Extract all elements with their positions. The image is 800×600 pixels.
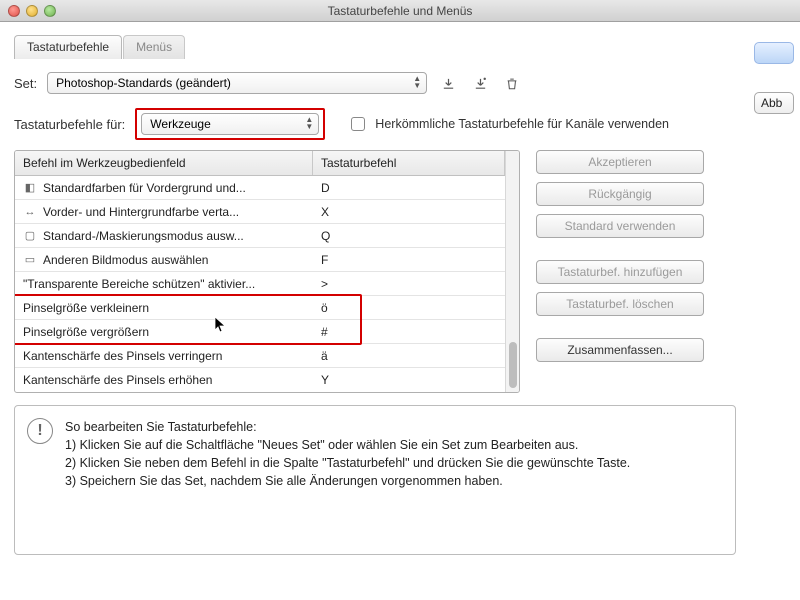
accept-button[interactable]: Akzeptieren: [536, 150, 704, 174]
table-row[interactable]: Pinselgröße verkleinernö: [15, 296, 505, 320]
window-titlebar: Tastaturbefehle und Menüs: [0, 0, 800, 22]
set-select[interactable]: Photoshop-Standards (geändert): [47, 72, 427, 94]
table-row[interactable]: Kantenschärfe des Pinsels verringernä: [15, 344, 505, 368]
swap-icon: ↔: [23, 205, 37, 219]
close-window-button[interactable]: [8, 5, 20, 17]
help-step-2: 2) Klicken Sie neben dem Befehl in die S…: [65, 454, 630, 472]
shortcuts-for-label: Tastaturbefehle für:: [14, 117, 125, 132]
mask-icon: ▢: [23, 229, 37, 243]
help-step-3: 3) Speichern Sie das Set, nachdem Sie al…: [65, 472, 630, 490]
use-default-button[interactable]: Standard verwenden: [536, 214, 704, 238]
set-label: Set:: [14, 76, 37, 91]
table-row[interactable]: Pinselgröße vergrößern#: [15, 320, 505, 344]
summarize-button[interactable]: Zusammenfassen...: [536, 338, 704, 362]
delete-set-icon[interactable]: [501, 73, 523, 93]
info-icon: !: [27, 418, 53, 444]
table-header-shortcut[interactable]: Tastaturbefehl: [313, 151, 505, 175]
shortcuts-for-select[interactable]: Werkzeuge: [141, 113, 319, 135]
screen-mode-icon: ▭: [23, 253, 37, 267]
table-header-command[interactable]: Befehl im Werkzeugbedienfeld: [15, 151, 313, 175]
tab-keyboard-shortcuts[interactable]: Tastaturbefehle: [14, 35, 122, 59]
table-row[interactable]: ◧Standardfarben für Vordergrund und...D: [15, 176, 505, 200]
ok-button[interactable]: [754, 42, 794, 64]
swatch-icon: ◧: [23, 181, 37, 195]
table-row[interactable]: ▢Standard-/Maskierungsmodus ausw...Q: [15, 224, 505, 248]
legacy-channel-shortcuts-label: Herkömmliche Tastaturbefehle für Kanäle …: [375, 117, 669, 131]
table-scrollbar[interactable]: [505, 151, 519, 392]
table-row[interactable]: ↔Vorder- und Hintergrundfarbe verta...X: [15, 200, 505, 224]
legacy-channel-shortcuts-checkbox[interactable]: [351, 117, 365, 131]
help-panel: ! So bearbeiten Sie Tastaturbefehle: 1) …: [14, 405, 736, 555]
add-shortcut-button[interactable]: Tastaturbef. hinzufügen: [536, 260, 704, 284]
window-title: Tastaturbefehle und Menüs: [0, 4, 800, 18]
undo-button[interactable]: Rückgängig: [536, 182, 704, 206]
traffic-lights: [8, 5, 56, 17]
minimize-window-button[interactable]: [26, 5, 38, 17]
tab-menus[interactable]: Menüs: [123, 35, 185, 59]
save-set-icon[interactable]: [437, 73, 459, 93]
save-set-as-icon[interactable]: [469, 73, 491, 93]
scrollbar-thumb[interactable]: [509, 342, 517, 388]
delete-shortcut-button[interactable]: Tastaturbef. löschen: [536, 292, 704, 316]
table-row[interactable]: ▭Anderen Bildmodus auswählenF: [15, 248, 505, 272]
cancel-button[interactable]: Abb: [754, 92, 794, 114]
tab-bar: Tastaturbefehle Menüs: [14, 34, 736, 58]
help-step-1: 1) Klicken Sie auf die Schaltfläche "Neu…: [65, 436, 630, 454]
table-row[interactable]: Kantenschärfe des Pinsels erhöhenY: [15, 368, 505, 392]
help-title: So bearbeiten Sie Tastaturbefehle:: [65, 418, 630, 436]
table-row[interactable]: "Transparente Bereiche schützen" aktivie…: [15, 272, 505, 296]
zoom-window-button[interactable]: [44, 5, 56, 17]
